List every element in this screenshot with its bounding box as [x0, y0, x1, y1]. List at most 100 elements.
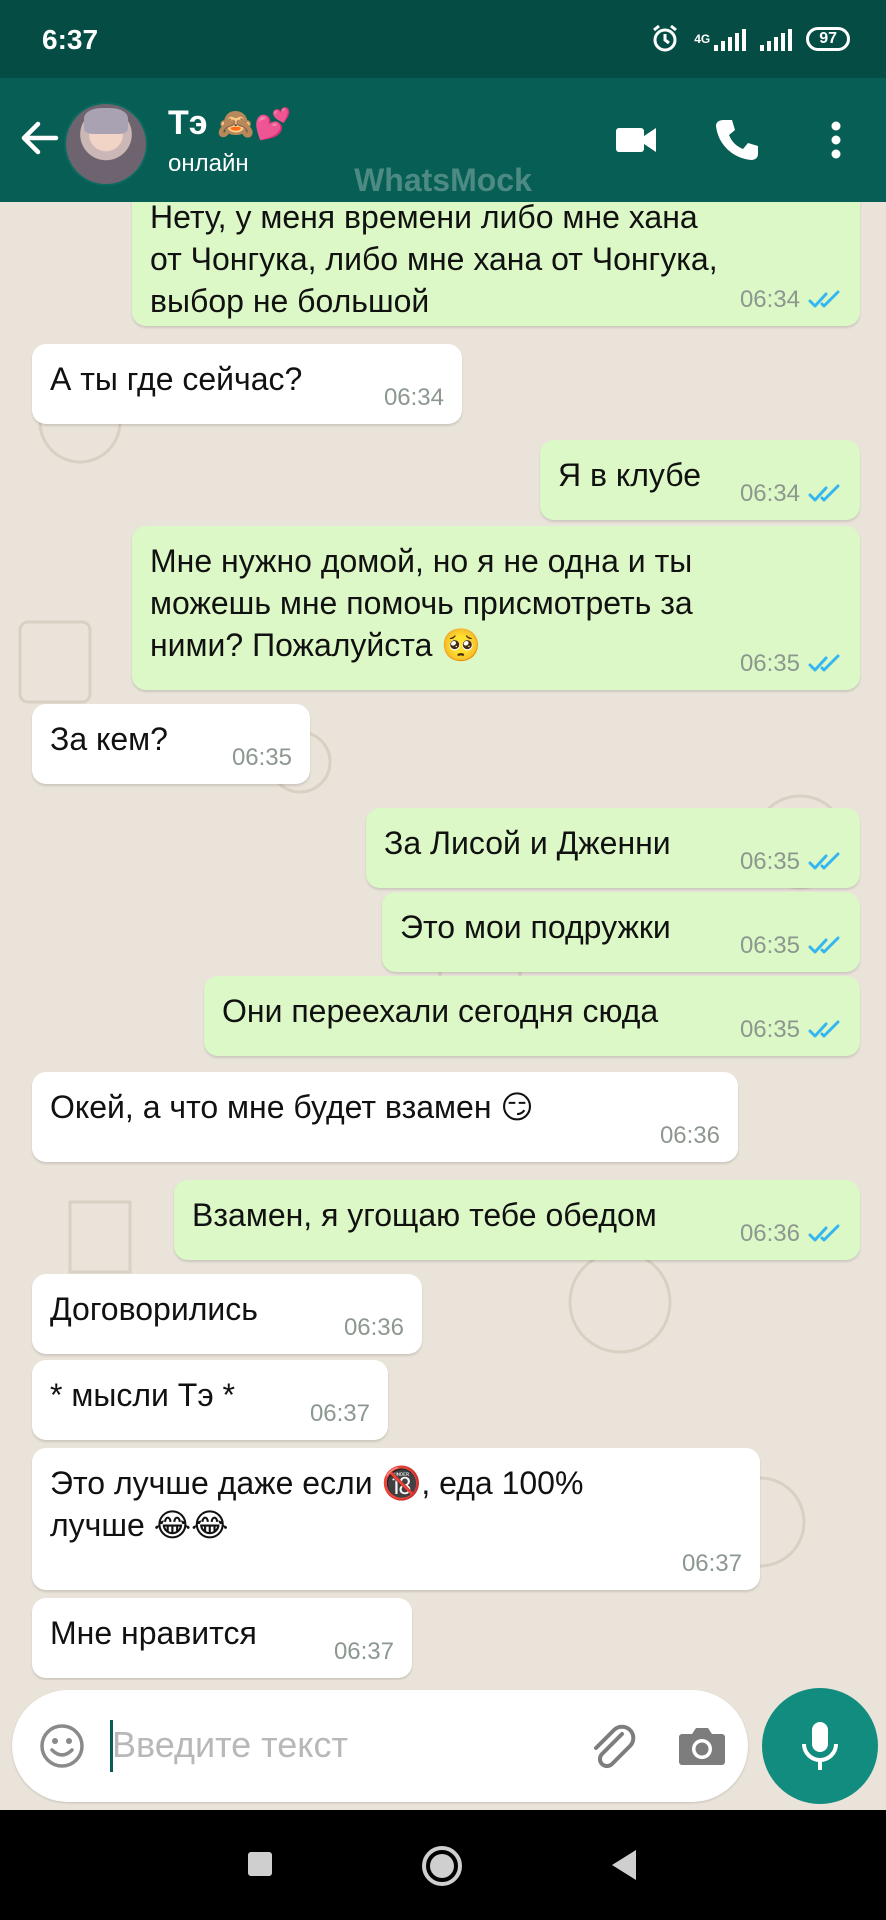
attach-icon[interactable] [586, 1720, 642, 1776]
message-time: 06:37 [309, 1400, 370, 1427]
double-check-icon [808, 290, 840, 308]
message-time: 06:35 [739, 1016, 800, 1043]
message-time: 06:36 [659, 1122, 720, 1149]
contact-name[interactable]: Тэ 🙈💕 [168, 104, 292, 143]
message-line: За кем? [50, 721, 168, 757]
message-composer[interactable]: Введите текст [12, 1690, 748, 1802]
message-time: 06:36 [739, 1220, 800, 1247]
message-text: За кем? [50, 718, 168, 760]
message-meta: 06:35 [740, 1018, 842, 1042]
message-time: 06:36 [343, 1314, 404, 1341]
incoming-message[interactable]: Это лучше даже если 🔞, еда 100% лучше 😂😂 0… [32, 1448, 760, 1590]
alarm-icon [653, 24, 678, 52]
double-check-icon [808, 484, 840, 502]
message-line: от Чонгука, либо мне хана от Чонгука, [150, 241, 718, 277]
message-line: ними? Пожалуйста 🥺 [150, 627, 482, 663]
incoming-message[interactable]: Окей, а что мне будет взамен 😏 06:36 [32, 1072, 738, 1162]
message-time: 06:34 [383, 384, 444, 411]
back-arrow-icon[interactable] [18, 116, 62, 160]
camera-icon[interactable] [676, 1722, 728, 1770]
message-line: * мысли Тэ * [50, 1377, 235, 1413]
double-check-icon [808, 1020, 840, 1038]
nav-home-icon[interactable] [420, 1844, 464, 1888]
outgoing-message[interactable]: Нету, у меня времени либо мне хана от Чон… [132, 202, 860, 326]
message-time: 06:37 [333, 1638, 394, 1665]
message-time: 06:35 [739, 932, 800, 959]
message-text: * мысли Тэ * [50, 1374, 235, 1416]
outgoing-message[interactable]: Мне нужно домой, но я не одна и ты можешь… [132, 526, 860, 690]
status-bar: 6:37 4G 97 [0, 0, 886, 78]
message-text: А ты где сейчас? [50, 358, 302, 400]
message-text: Это лучше даже если 🔞, еда 100% лучше 😂😂 [50, 1462, 583, 1546]
outgoing-message[interactable]: Взамен, я угощаю тебе обедом 06:36 [174, 1180, 860, 1260]
message-line: лучше 😂😂 [50, 1507, 229, 1543]
message-meta: 06:37 [310, 1402, 370, 1426]
incoming-message[interactable]: А ты где сейчас? 06:34 [32, 344, 462, 424]
message-line: Мне нравится [50, 1615, 257, 1651]
message-line: Взамен, я угощаю тебе обедом [192, 1197, 657, 1233]
message-meta: 06:35 [740, 850, 842, 874]
double-check-icon [808, 936, 840, 954]
message-time: 06:35 [739, 650, 800, 677]
message-meta: 06:34 [384, 386, 444, 410]
outgoing-message[interactable]: За Лисой и Дженни 06:35 [366, 808, 860, 888]
message-line: А ты где сейчас? [50, 361, 303, 397]
message-meta: 06:35 [740, 652, 842, 676]
message-meta: 06:37 [334, 1640, 394, 1664]
outgoing-message[interactable]: Они переехали сегодня сюда 06:35 [204, 976, 860, 1056]
more-vert-icon[interactable] [812, 116, 860, 164]
outgoing-message[interactable]: Я в клубе 06:34 [540, 440, 860, 520]
contact-name-emoji: 🙈💕 [217, 108, 292, 141]
message-line: Договорились [50, 1291, 258, 1327]
emoji-icon[interactable] [38, 1722, 86, 1770]
message-line: Мне нужно домой, но я не одна и ты [150, 543, 693, 579]
message-line: Это лучше даже если 🔞, еда 100% [50, 1465, 584, 1501]
battery-icon: 97 [806, 27, 850, 51]
nav-recents-icon[interactable] [246, 1850, 274, 1878]
contact-name-text: Тэ [168, 104, 208, 142]
incoming-message[interactable]: Договорились 06:36 [32, 1274, 422, 1354]
network-type-label: 4G [694, 32, 711, 46]
message-meta: 06:36 [344, 1316, 404, 1340]
message-meta: 06:37 [682, 1552, 742, 1576]
message-input[interactable]: Введите текст [112, 1724, 348, 1766]
system-nav-bar [0, 1810, 886, 1920]
incoming-message[interactable]: * мысли Тэ * 06:37 [32, 1360, 388, 1440]
message-meta: 06:35 [232, 746, 292, 770]
double-check-icon [808, 852, 840, 870]
message-meta: 06:36 [660, 1124, 720, 1148]
video-call-icon[interactable] [612, 116, 660, 164]
incoming-message[interactable]: За кем? 06:35 [32, 704, 310, 784]
message-text: Они переехали сегодня сюда [222, 990, 658, 1032]
incoming-message[interactable]: Мне нравится 06:37 [32, 1598, 412, 1678]
message-line: Окей, а что мне будет взамен 😏 [50, 1089, 534, 1125]
message-meta: 06:34 [740, 482, 842, 506]
double-check-icon [808, 1224, 840, 1242]
message-text: Окей, а что мне будет взамен 😏 [50, 1086, 534, 1128]
message-line: можешь мне помочь присмотреть за [150, 585, 693, 621]
message-meta: 06:36 [740, 1222, 842, 1246]
status-icons: 4G 97 [650, 24, 850, 54]
nav-back-icon[interactable] [608, 1848, 640, 1882]
outgoing-message[interactable]: Это мои подружки 06:35 [382, 892, 860, 972]
message-text: Это мои подружки [400, 906, 671, 948]
double-check-icon [808, 654, 840, 672]
message-list[interactable]: Нету, у меня времени либо мне хана от Чон… [0, 202, 886, 1680]
signal-icon [760, 27, 793, 51]
status-time: 6:37 [42, 24, 99, 55]
message-text: Мне нужно домой, но я не одна и ты можешь… [150, 540, 693, 666]
message-text: Я в клубе [558, 454, 701, 496]
message-time: 06:34 [739, 480, 800, 507]
mic-button[interactable] [762, 1688, 878, 1804]
message-line: Это мои подружки [400, 909, 671, 945]
message-line: За Лисой и Дженни [384, 825, 671, 861]
watermark: WhatsMock [354, 162, 532, 198]
message-line: Я в клубе [558, 457, 702, 493]
message-line: Они переехали сегодня сюда [222, 993, 659, 1029]
message-text: Нету, у меня времени либо мне хана от Чон… [150, 202, 718, 322]
message-time: 06:35 [231, 744, 292, 771]
mic-icon [802, 1722, 838, 1770]
message-time: 06:37 [681, 1550, 742, 1577]
phone-icon[interactable] [712, 116, 760, 164]
message-time: 06:34 [739, 286, 800, 313]
